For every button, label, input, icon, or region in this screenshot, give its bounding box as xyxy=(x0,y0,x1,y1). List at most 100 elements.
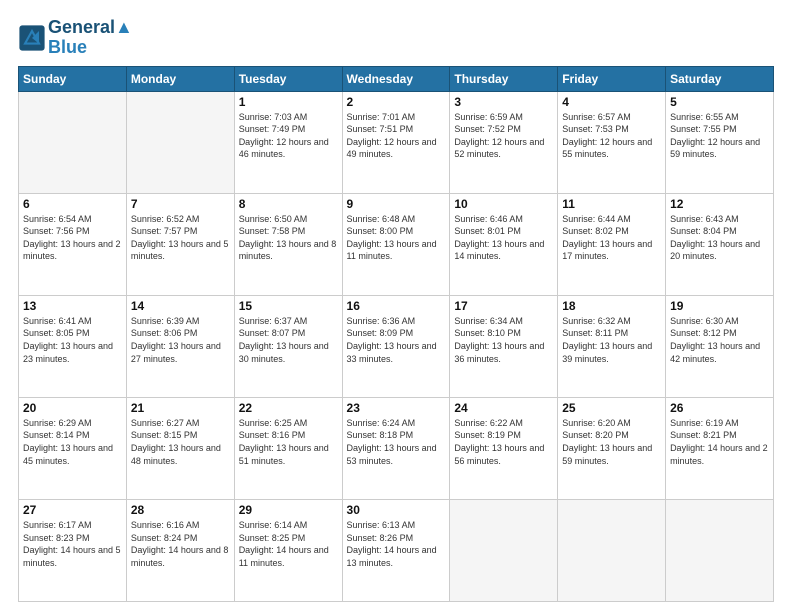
logo: General▲ Blue xyxy=(18,18,133,58)
calendar-cell: 14 Sunrise: 6:39 AM Sunset: 8:06 PM Dayli… xyxy=(126,295,234,397)
calendar-week-row: 20Sunrise: 6:29 AM Sunset: 8:14 PM Dayli… xyxy=(19,397,774,499)
calendar-cell: 11 Sunrise: 6:44 AM Sunset: 8:02 PM Dayli… xyxy=(558,193,666,295)
day-number: 28 xyxy=(131,503,230,517)
calendar-cell: 21 Sunrise: 6:27 AM Sunset: 8:15 PM Dayli… xyxy=(126,397,234,499)
day-info: Sunrise: 6:13 AM Sunset: 8:26 PM Dayligh… xyxy=(347,519,446,569)
day-number: 13 xyxy=(23,299,122,313)
calendar-cell: 18 Sunrise: 6:32 AM Sunset: 8:11 PM Dayli… xyxy=(558,295,666,397)
day-info: Sunrise: 7:01 AM Sunset: 7:51 PM Dayligh… xyxy=(347,111,446,161)
day-number: 29 xyxy=(239,503,338,517)
day-number: 21 xyxy=(131,401,230,415)
day-number: 23 xyxy=(347,401,446,415)
day-info: Sunrise: 6:27 AM Sunset: 8:15 PM Dayligh… xyxy=(131,417,230,467)
calendar-cell: 30 Sunrise: 6:13 AM Sunset: 8:26 PM Dayli… xyxy=(342,499,450,601)
calendar-cell xyxy=(126,91,234,193)
header: General▲ Blue xyxy=(18,18,774,58)
day-info: Sunrise: 6:59 AM Sunset: 7:52 PM Dayligh… xyxy=(454,111,553,161)
day-number: 6 xyxy=(23,197,122,211)
calendar-cell: 9 Sunrise: 6:48 AM Sunset: 8:00 PM Daylig… xyxy=(342,193,450,295)
calendar-week-row: 1 Sunrise: 7:03 AM Sunset: 7:49 PM Daylig… xyxy=(19,91,774,193)
day-number: 22 xyxy=(239,401,338,415)
calendar-cell: 3 Sunrise: 6:59 AM Sunset: 7:52 PM Daylig… xyxy=(450,91,558,193)
calendar-table: SundayMondayTuesdayWednesdayThursdayFrid… xyxy=(18,66,774,602)
day-info: Sunrise: 7:03 AM Sunset: 7:49 PM Dayligh… xyxy=(239,111,338,161)
calendar-cell: 17 Sunrise: 6:34 AM Sunset: 8:10 PM Dayli… xyxy=(450,295,558,397)
calendar-cell: 26Sunrise: 6:19 AM Sunset: 8:21 PM Dayli… xyxy=(666,397,774,499)
day-info: Sunrise: 6:48 AM Sunset: 8:00 PM Dayligh… xyxy=(347,213,446,263)
day-number: 19 xyxy=(670,299,769,313)
day-number: 5 xyxy=(670,95,769,109)
logo-text: General▲ Blue xyxy=(48,18,133,58)
day-number: 17 xyxy=(454,299,553,313)
day-number: 25 xyxy=(562,401,661,415)
day-number: 16 xyxy=(347,299,446,313)
day-info: Sunrise: 6:34 AM Sunset: 8:10 PM Dayligh… xyxy=(454,315,553,365)
calendar-cell: 4Sunrise: 6:57 AM Sunset: 7:53 PM Daylig… xyxy=(558,91,666,193)
day-number: 1 xyxy=(239,95,338,109)
calendar-cell: 13 Sunrise: 6:41 AM Sunset: 8:05 PM Dayli… xyxy=(19,295,127,397)
calendar-cell: 25 Sunrise: 6:20 AM Sunset: 8:20 PM Dayli… xyxy=(558,397,666,499)
weekday-header: Wednesday xyxy=(342,66,450,91)
day-number: 2 xyxy=(347,95,446,109)
calendar-cell: 28 Sunrise: 6:16 AM Sunset: 8:24 PM Dayli… xyxy=(126,499,234,601)
day-number: 14 xyxy=(131,299,230,313)
day-info: Sunrise: 6:57 AM Sunset: 7:53 PM Dayligh… xyxy=(562,111,661,161)
day-info: Sunrise: 6:22 AM Sunset: 8:19 PM Dayligh… xyxy=(454,417,553,467)
calendar-week-row: 6 Sunrise: 6:54 AM Sunset: 7:56 PM Daylig… xyxy=(19,193,774,295)
day-number: 24 xyxy=(454,401,553,415)
calendar-cell: 19Sunrise: 6:30 AM Sunset: 8:12 PM Dayli… xyxy=(666,295,774,397)
day-number: 12 xyxy=(670,197,769,211)
day-info: Sunrise: 6:43 AM Sunset: 8:04 PM Dayligh… xyxy=(670,213,769,263)
calendar-cell: 5 Sunrise: 6:55 AM Sunset: 7:55 PM Daylig… xyxy=(666,91,774,193)
day-info: Sunrise: 6:36 AM Sunset: 8:09 PM Dayligh… xyxy=(347,315,446,365)
day-info: Sunrise: 6:37 AM Sunset: 8:07 PM Dayligh… xyxy=(239,315,338,365)
day-info: Sunrise: 6:17 AM Sunset: 8:23 PM Dayligh… xyxy=(23,519,122,569)
day-info: Sunrise: 6:14 AM Sunset: 8:25 PM Dayligh… xyxy=(239,519,338,569)
day-info: Sunrise: 6:39 AM Sunset: 8:06 PM Dayligh… xyxy=(131,315,230,365)
day-number: 30 xyxy=(347,503,446,517)
day-number: 10 xyxy=(454,197,553,211)
day-number: 11 xyxy=(562,197,661,211)
calendar-cell: 29 Sunrise: 6:14 AM Sunset: 8:25 PM Dayli… xyxy=(234,499,342,601)
logo-icon xyxy=(18,24,46,52)
weekday-header: Monday xyxy=(126,66,234,91)
calendar-cell: 2 Sunrise: 7:01 AM Sunset: 7:51 PM Daylig… xyxy=(342,91,450,193)
calendar-cell xyxy=(666,499,774,601)
day-info: Sunrise: 6:32 AM Sunset: 8:11 PM Dayligh… xyxy=(562,315,661,365)
day-number: 15 xyxy=(239,299,338,313)
calendar-cell: 8 Sunrise: 6:50 AM Sunset: 7:58 PM Daylig… xyxy=(234,193,342,295)
day-info: Sunrise: 6:50 AM Sunset: 7:58 PM Dayligh… xyxy=(239,213,338,263)
day-number: 3 xyxy=(454,95,553,109)
calendar-cell: 7Sunrise: 6:52 AM Sunset: 7:57 PM Daylig… xyxy=(126,193,234,295)
weekday-header: Saturday xyxy=(666,66,774,91)
day-info: Sunrise: 6:25 AM Sunset: 8:16 PM Dayligh… xyxy=(239,417,338,467)
day-info: Sunrise: 6:16 AM Sunset: 8:24 PM Dayligh… xyxy=(131,519,230,569)
calendar-cell: 22 Sunrise: 6:25 AM Sunset: 8:16 PM Dayli… xyxy=(234,397,342,499)
calendar-cell: 12 Sunrise: 6:43 AM Sunset: 8:04 PM Dayli… xyxy=(666,193,774,295)
day-number: 18 xyxy=(562,299,661,313)
calendar-cell: 1 Sunrise: 7:03 AM Sunset: 7:49 PM Daylig… xyxy=(234,91,342,193)
weekday-header: Sunday xyxy=(19,66,127,91)
day-info: Sunrise: 6:54 AM Sunset: 7:56 PM Dayligh… xyxy=(23,213,122,263)
day-info: Sunrise: 6:41 AM Sunset: 8:05 PM Dayligh… xyxy=(23,315,122,365)
calendar-header-row: SundayMondayTuesdayWednesdayThursdayFrid… xyxy=(19,66,774,91)
day-number: 8 xyxy=(239,197,338,211)
calendar-cell xyxy=(450,499,558,601)
day-info: Sunrise: 6:20 AM Sunset: 8:20 PM Dayligh… xyxy=(562,417,661,467)
day-info: Sunrise: 6:44 AM Sunset: 8:02 PM Dayligh… xyxy=(562,213,661,263)
calendar-cell: 20Sunrise: 6:29 AM Sunset: 8:14 PM Dayli… xyxy=(19,397,127,499)
calendar-cell: 23Sunrise: 6:24 AM Sunset: 8:18 PM Dayli… xyxy=(342,397,450,499)
day-info: Sunrise: 6:55 AM Sunset: 7:55 PM Dayligh… xyxy=(670,111,769,161)
calendar-cell: 24 Sunrise: 6:22 AM Sunset: 8:19 PM Dayli… xyxy=(450,397,558,499)
calendar-cell: 10Sunrise: 6:46 AM Sunset: 8:01 PM Dayli… xyxy=(450,193,558,295)
calendar-week-row: 27 Sunrise: 6:17 AM Sunset: 8:23 PM Dayli… xyxy=(19,499,774,601)
day-number: 7 xyxy=(131,197,230,211)
day-number: 9 xyxy=(347,197,446,211)
weekday-header: Tuesday xyxy=(234,66,342,91)
calendar-cell xyxy=(558,499,666,601)
day-number: 20 xyxy=(23,401,122,415)
day-number: 27 xyxy=(23,503,122,517)
calendar-week-row: 13 Sunrise: 6:41 AM Sunset: 8:05 PM Dayli… xyxy=(19,295,774,397)
weekday-header: Friday xyxy=(558,66,666,91)
day-info: Sunrise: 6:19 AM Sunset: 8:21 PM Dayligh… xyxy=(670,417,769,467)
